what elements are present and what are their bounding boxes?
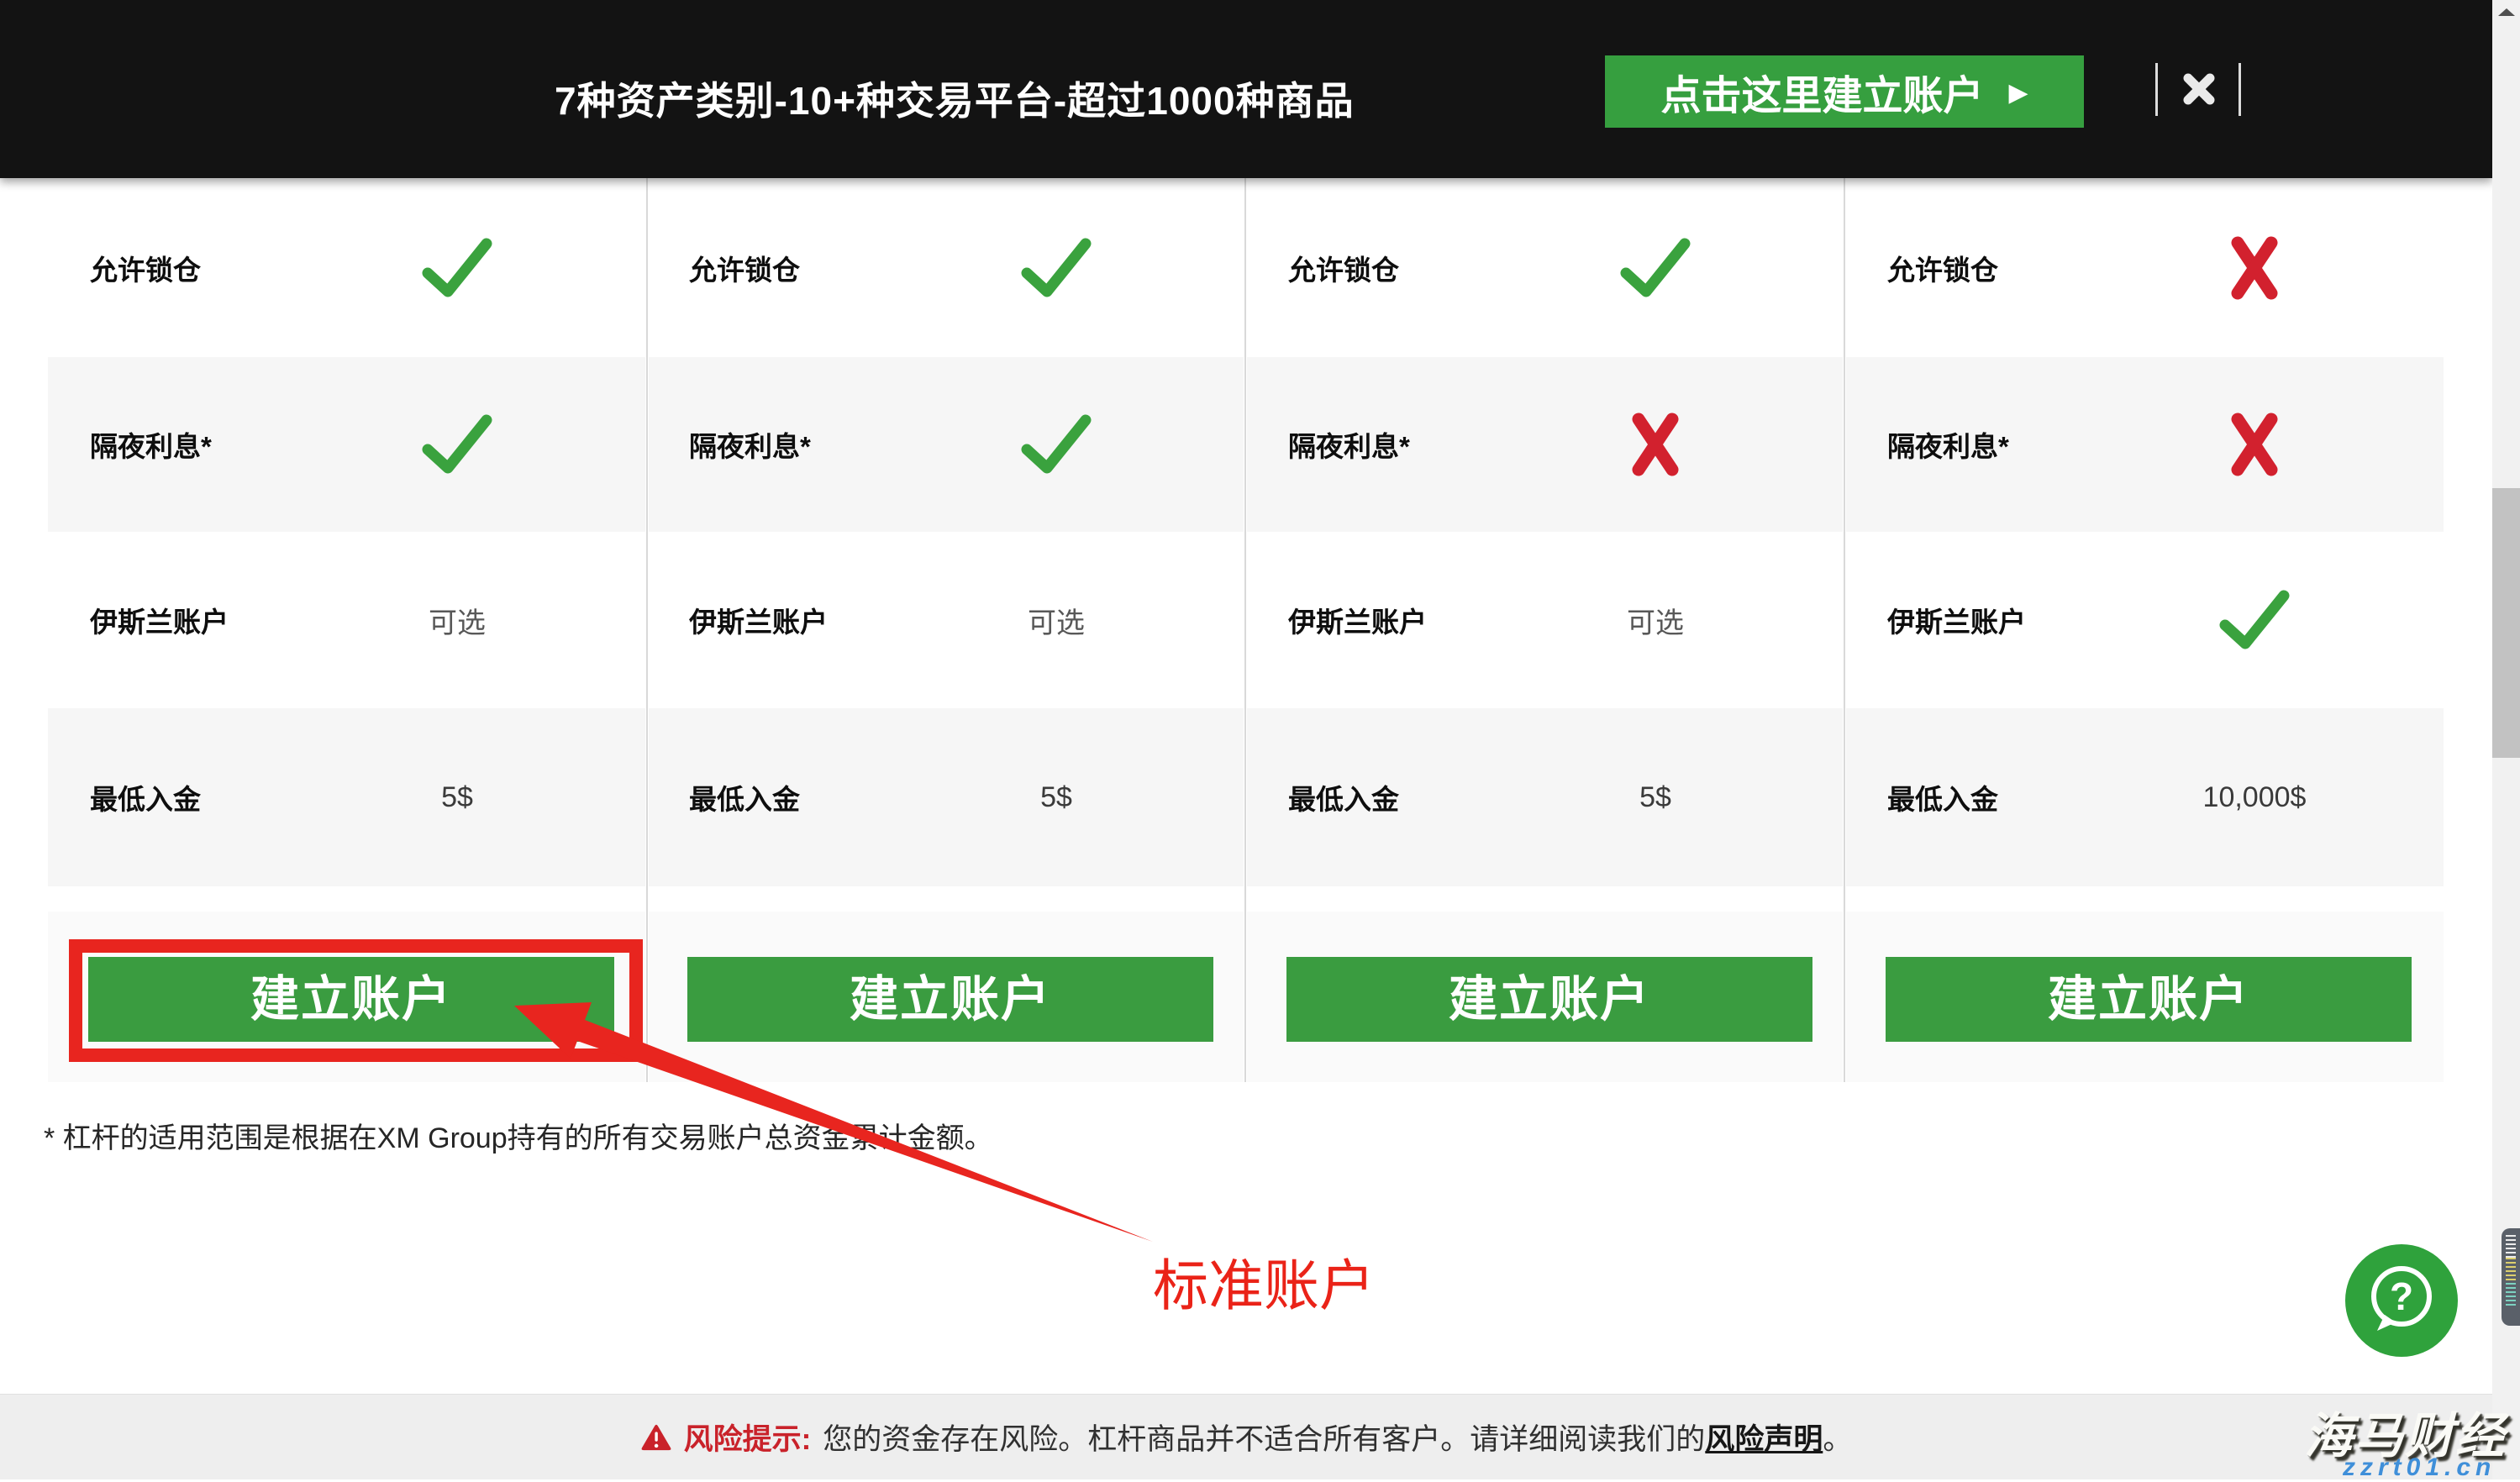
cell-value: 10,000$ [2203, 708, 2307, 886]
cross-icon [2229, 178, 2280, 357]
row-label: 最低入金 [90, 708, 201, 886]
row-label: 允许锁仓 [90, 178, 201, 357]
page: 7种资产类别-10+种交易平台-超过1000种商品 点击这里建立账户 ▶ 允许锁… [0, 0, 2520, 1479]
column-separator [1244, 178, 1247, 1082]
scrollbar-thumb[interactable] [2492, 488, 2520, 758]
open-account-button[interactable]: 建立账户 [1286, 957, 1812, 1042]
promo-banner-title: 7种资产类别-10+种交易平台-超过1000种商品 [555, 71, 1355, 126]
cell-value: 可选 [1028, 532, 1085, 708]
row-label: 允许锁仓 [1887, 178, 1998, 357]
cell-value: 可选 [429, 532, 486, 708]
check-icon [1019, 178, 1093, 357]
check-icon [2217, 532, 2291, 708]
help-button[interactable]: ? [2345, 1244, 2458, 1357]
cross-icon [1630, 357, 1681, 532]
close-icon[interactable] [2179, 69, 2219, 109]
check-icon [1019, 357, 1093, 532]
row-label: 隔夜利息* [1288, 357, 1410, 532]
minimap-widget[interactable] [2502, 1228, 2520, 1326]
cell-value: 5$ [1639, 708, 1671, 886]
column-separator [1843, 178, 1846, 1082]
row-label: 伊斯兰账户 [90, 532, 229, 708]
question-mark-icon: ? [2390, 1274, 2413, 1318]
risk-text: 您的资金存在风险。杠杆商品并不适合所有客户。请详细阅读我们的风险声明。 [823, 1416, 1852, 1458]
row-label: 伊斯兰账户 [689, 532, 828, 708]
check-icon [1618, 178, 1692, 357]
row-label: 隔夜利息* [689, 357, 811, 532]
minimap-marks-teal [2506, 1283, 2516, 1308]
warning-triangle-icon [640, 1423, 672, 1452]
minimap-marks-yellow [2506, 1258, 2516, 1283]
row-label: 允许锁仓 [1288, 178, 1399, 357]
banner-divider [2155, 63, 2158, 116]
row-label: 允许锁仓 [689, 178, 800, 357]
annotation-label: 标准账户 [1153, 1241, 1375, 1322]
scrollbar-up-arrow-icon[interactable] [2498, 8, 2515, 16]
annotation-arrow [471, 966, 1193, 1269]
risk-statement-link[interactable]: 风险声明 [1705, 1423, 1823, 1456]
cell-value: 可选 [1627, 532, 1684, 708]
play-arrow-icon: ▶ [2008, 77, 2028, 106]
row-label: 最低入金 [1887, 708, 1998, 886]
row-label: 伊斯兰账户 [1288, 532, 1427, 708]
row-label: 最低入金 [1288, 708, 1399, 886]
check-icon [420, 178, 494, 357]
check-icon [420, 357, 494, 532]
column-separator [645, 178, 649, 1082]
cell-value: 5$ [441, 708, 473, 886]
row-label: 隔夜利息* [1887, 357, 2009, 532]
risk-disclaimer-bar: 风险提示: 您的资金存在风险。杠杆商品并不适合所有客户。请详细阅读我们的风险声明… [0, 1394, 2492, 1479]
cta-label: 点击这里建立账户 [1660, 62, 1983, 121]
row-label: 伊斯兰账户 [1887, 532, 2026, 708]
row-label: 最低入金 [689, 708, 800, 886]
open-account-button[interactable]: 建立账户 [1886, 957, 2412, 1042]
banner-divider [2239, 63, 2241, 116]
minimap-marks-white [2506, 1235, 2516, 1258]
create-account-cta-button[interactable]: 点击这里建立账户 ▶ [1605, 55, 2084, 128]
watermark-site-url: zzrt01.cn [2343, 1453, 2496, 1482]
row-label: 隔夜利息* [90, 357, 212, 532]
cross-icon [2229, 357, 2280, 532]
promo-banner: 7种资产类别-10+种交易平台-超过1000种商品 点击这里建立账户 ▶ [0, 0, 2492, 178]
cell-value: 5$ [1040, 708, 1072, 886]
risk-label: 风险提示: [684, 1416, 812, 1458]
